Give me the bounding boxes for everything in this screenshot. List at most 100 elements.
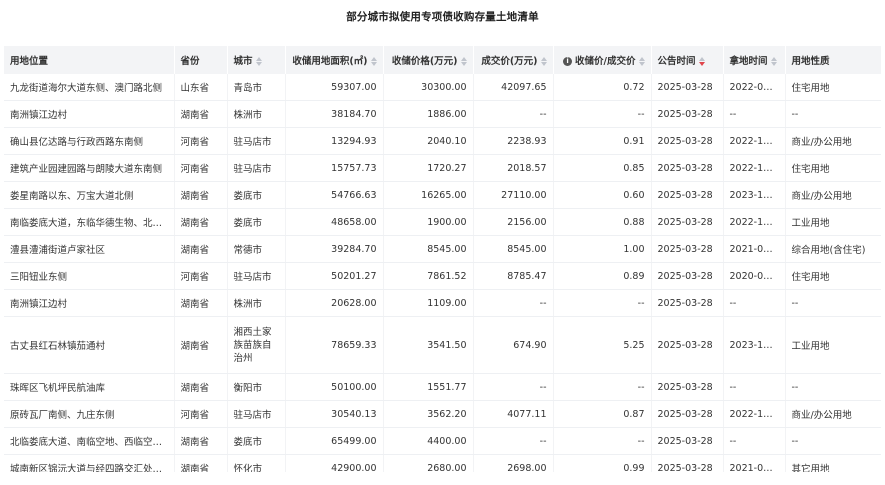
column-header-label: 用地位置 — [10, 56, 49, 67]
cell-province: 湖南省 — [174, 208, 228, 236]
cell-price-ratio: -- — [553, 373, 652, 401]
cell-location: 城南新区锦沅大道与经四路交汇处南侧 — [4, 454, 175, 472]
cell-area: 15757.73 — [285, 154, 384, 182]
cell-city: 驻马店市 — [227, 154, 286, 182]
cell-announce-date: 2025-03-28 — [651, 181, 724, 209]
cell-announce-date: 2025-03-28 — [651, 400, 724, 428]
cell-price-ratio: 0.85 — [553, 154, 652, 182]
column-header-label: 公告时间 — [657, 56, 696, 67]
table-row[interactable]: 娄星南路以东、万宝大道北侧 湖南省 娄底市 54766.63 16265.00 27110… — [4, 181, 881, 209]
sort-icon[interactable] — [370, 56, 377, 67]
cell-acquire-date: 2023-10-27 — [723, 316, 786, 374]
cell-announce-date: 2025-03-28 — [651, 262, 724, 290]
cell-land-use: 工业用地 — [785, 208, 881, 236]
cell-province: 河南省 — [174, 262, 228, 290]
table-row[interactable]: 古丈县红石林镇茄通村 湖南省 湘西土家族苗族自治州 78659.33 3541.50 67… — [4, 316, 881, 374]
cell-storage-price: 2680.00 — [383, 454, 474, 472]
land-list-table: 用地位置 省份 城市 收储用地面积(㎡) 收储价格(万元) 成交价(万元) i 收储价/成交价… — [4, 46, 881, 472]
sort-icon[interactable] — [770, 56, 777, 67]
cell-area: 42900.00 — [285, 454, 384, 472]
cell-storage-price: 1551.77 — [383, 373, 474, 401]
cell-acquire-date: 2022-11-29 — [723, 208, 786, 236]
cell-city: 怀化市 — [227, 454, 286, 472]
column-header-deal-price[interactable]: 成交价(万元) — [473, 46, 554, 74]
cell-price-ratio: 0.99 — [553, 454, 652, 472]
column-header-city[interactable]: 城市 — [227, 46, 286, 74]
cell-city: 娄底市 — [227, 181, 286, 209]
cell-deal-price: 2698.00 — [473, 454, 554, 472]
cell-location: 南洲镇江边村 — [4, 289, 175, 317]
cell-acquire-date: 2020-09-01 — [723, 262, 786, 290]
table-row[interactable]: 北临娄底大道、南临空地、西临空地... 湖南省 娄底市 65499.00 4400.00… — [4, 427, 881, 455]
cell-storage-price: 1109.00 — [383, 289, 474, 317]
cell-land-use: 商业/办公用地 — [785, 181, 881, 209]
cell-announce-date: 2025-03-28 — [651, 154, 724, 182]
page-title: 部分城市拟使用专项债收购存量土地清单 — [346, 11, 539, 23]
cell-area: 59307.00 — [285, 74, 384, 101]
cell-acquire-date: 2021-02-17 — [723, 454, 786, 472]
column-header-announce-date[interactable]: 公告时间 — [651, 46, 724, 74]
column-header-label: 收储价/成交价 — [575, 56, 636, 67]
cell-announce-date: 2025-03-28 — [651, 127, 724, 155]
table-row[interactable]: 九龙街道海尔大道东侧、澳门路北侧 山东省 青岛市 59307.00 30300.00 42… — [4, 74, 881, 101]
sort-icon[interactable] — [540, 56, 547, 67]
table-row[interactable]: 南临娄底大道，东临华德生物、北临... 湖南省 娄底市 48658.00 1900.00… — [4, 208, 881, 236]
cell-province: 山东省 — [174, 74, 228, 101]
table-row[interactable]: 原砖瓦厂南侧、九庄东侧 河南省 驻马店市 30540.13 3562.20 4077.11… — [4, 400, 881, 428]
table-row[interactable]: 南洲镇江边村 湖南省 株洲市 20628.00 1109.00 -- -- 2025-03-2… — [4, 289, 881, 317]
column-header-price-ratio[interactable]: i 收储价/成交价 — [553, 46, 652, 74]
column-header-label: 收储价格(万元) — [391, 56, 458, 67]
info-icon[interactable]: i — [563, 57, 573, 66]
cell-area: 50100.00 — [285, 373, 384, 401]
cell-province: 湖南省 — [174, 289, 228, 317]
cell-location: 珠晖区飞机坪民航油库 — [4, 373, 175, 401]
cell-acquire-date: 2022-11-11 — [723, 154, 786, 182]
cell-province: 湖南省 — [174, 100, 228, 128]
cell-storage-price: 4400.00 — [383, 427, 474, 455]
table-row[interactable]: 三阳钮业东侧 河南省 驻马店市 50201.27 7861.52 8785.47 0.89 2… — [4, 262, 881, 290]
sort-icon[interactable] — [638, 56, 645, 67]
cell-price-ratio: 5.25 — [553, 316, 652, 374]
cell-area: 48658.00 — [285, 208, 384, 236]
table-row[interactable]: 确山县亿达路与行政西路东南侧 河南省 驻马店市 13294.93 2040.10 2238… — [4, 127, 881, 155]
table-row[interactable]: 南洲镇江边村 湖南省 株洲市 38184.70 1886.00 -- -- 2025-03-2… — [4, 100, 881, 128]
cell-city: 娄底市 — [227, 208, 286, 236]
cell-province: 湖南省 — [174, 454, 228, 472]
cell-land-use: 工业用地 — [785, 316, 881, 374]
sort-icon[interactable] — [698, 56, 705, 67]
cell-announce-date: 2025-03-28 — [651, 100, 724, 128]
cell-land-use: -- — [785, 373, 881, 401]
table-row[interactable]: 澧县澧浦街道卢家社区 湖南省 常德市 39284.70 8545.00 8545.00 1.… — [4, 235, 881, 263]
table-row[interactable]: 珠晖区飞机坪民航油库 湖南省 衡阳市 50100.00 1551.77 -- -- 2025-… — [4, 373, 881, 401]
land-list-table-container[interactable]: 用地位置 省份 城市 收储用地面积(㎡) 收储价格(万元) 成交价(万元) i 收储价/成交价… — [4, 46, 881, 472]
cell-announce-date: 2025-03-28 — [651, 74, 724, 101]
column-header-label: 城市 — [233, 56, 253, 67]
cell-city: 株洲市 — [227, 100, 286, 128]
cell-area: 38184.70 — [285, 100, 384, 128]
cell-deal-price: 2018.57 — [473, 154, 554, 182]
cell-storage-price: 7861.52 — [383, 262, 474, 290]
column-header-location: 用地位置 — [4, 46, 175, 74]
column-header-area[interactable]: 收储用地面积(㎡) — [285, 46, 384, 74]
cell-province: 河南省 — [174, 127, 228, 155]
cell-acquire-date: -- — [723, 100, 786, 128]
column-header-storage-price[interactable]: 收储价格(万元) — [383, 46, 474, 74]
cell-location: 南临娄底大道，东临华德生物、北临... — [4, 208, 175, 236]
cell-announce-date: 2025-03-28 — [651, 289, 724, 317]
sort-icon[interactable] — [255, 56, 262, 67]
cell-city: 青岛市 — [227, 74, 286, 101]
cell-area: 20628.00 — [285, 289, 384, 317]
table-row[interactable]: 建筑产业园建园路与朗陵大道东南侧 河南省 驻马店市 15757.73 1720.27 20… — [4, 154, 881, 182]
cell-location: 确山县亿达路与行政西路东南侧 — [4, 127, 175, 155]
table-row[interactable]: 城南新区锦沅大道与经四路交汇处南侧 湖南省 怀化市 42900.00 2680.00 26… — [4, 454, 881, 472]
cell-acquire-date: 2022-09-22 — [723, 74, 786, 101]
cell-deal-price: 674.90 — [473, 316, 554, 374]
cell-area: 78659.33 — [285, 316, 384, 374]
cell-location: 九龙街道海尔大道东侧、澳门路北侧 — [4, 74, 175, 101]
cell-area: 65499.00 — [285, 427, 384, 455]
cell-storage-price: 2040.10 — [383, 127, 474, 155]
sort-icon[interactable] — [460, 56, 467, 67]
cell-city: 驻马店市 — [227, 127, 286, 155]
column-header-acquire-date[interactable]: 拿地时间 — [723, 46, 786, 74]
cell-price-ratio: 0.72 — [553, 74, 652, 101]
